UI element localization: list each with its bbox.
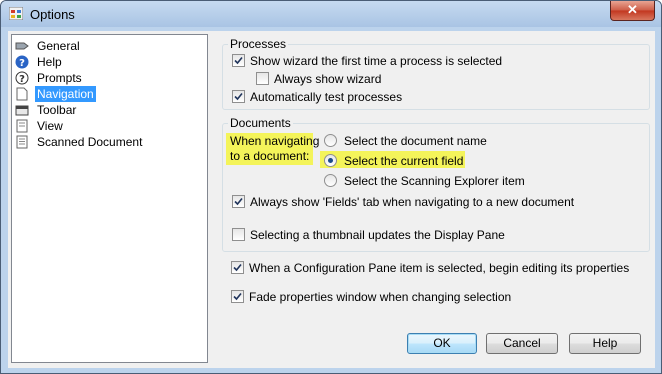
when-navigating-line1: When navigating <box>230 134 320 148</box>
svg-text:?: ? <box>19 74 25 85</box>
help-icon: ? <box>15 55 29 69</box>
show-wizard-label: Show wizard the first time a process is … <box>250 54 503 68</box>
checkbox-box <box>256 72 269 85</box>
checkbox-box <box>232 228 245 241</box>
nav-item-label: Help <box>37 55 62 69</box>
checkmark-icon <box>233 263 242 272</box>
config-pane-edit-label: When a Configuration Pane item is select… <box>249 261 630 275</box>
documents-group-title: Documents <box>228 116 293 130</box>
when-navigating-line2: to a document: <box>230 149 310 163</box>
radio-select-scanning-explorer-label: Select the Scanning Explorer item <box>344 174 525 188</box>
radio-circle <box>324 134 337 147</box>
always-show-wizard-label: Always show wizard <box>274 72 382 86</box>
radio-circle <box>324 154 337 167</box>
radio-select-current-field-label: Select the current field <box>344 154 464 168</box>
close-icon: ✕ <box>627 2 638 17</box>
general-icon <box>15 42 29 50</box>
app-icon <box>9 7 23 20</box>
checkmark-icon <box>234 92 243 101</box>
nav-item-label: Scanned Document <box>37 135 143 149</box>
dialog-client-area: General ? Help ? Prompts Navigation Tool… <box>8 31 655 368</box>
options-category-list[interactable]: General ? Help ? Prompts Navigation Tool… <box>11 34 208 363</box>
checkmark-icon <box>233 292 242 301</box>
ok-button[interactable]: OK <box>407 333 477 354</box>
radio-dot <box>328 158 333 163</box>
fade-properties-label: Fade properties window when changing sel… <box>249 290 512 304</box>
navigation-icon <box>16 87 28 101</box>
prompts-icon: ? <box>15 71 29 85</box>
always-show-fields-label: Always show 'Fields' tab when navigating… <box>250 195 575 209</box>
scanned-document-icon <box>16 135 28 149</box>
cancel-button[interactable]: Cancel <box>486 333 558 354</box>
checkmark-icon <box>234 197 243 206</box>
checkbox-box <box>232 90 245 103</box>
thumbnail-updates-label: Selecting a thumbnail updates the Displa… <box>250 228 505 242</box>
radio-select-document-name-label: Select the document name <box>344 134 487 148</box>
when-navigating-label: When navigating to a document: <box>230 134 319 164</box>
radio-circle <box>324 174 337 187</box>
nav-item-label: General <box>37 39 80 53</box>
nav-item-label: Navigation <box>35 86 96 102</box>
checkbox-box <box>232 195 245 208</box>
processes-group-title: Processes <box>228 37 289 51</box>
window-title: Options <box>30 7 75 22</box>
toolbar-icon <box>15 105 29 116</box>
checkbox-box <box>231 261 244 274</box>
svg-text:?: ? <box>19 58 25 69</box>
checkbox-box <box>232 54 245 67</box>
nav-item-label: Toolbar <box>37 103 77 117</box>
processes-group: Processes Show wizard the first time a p… <box>222 37 650 110</box>
auto-test-label: Automatically test processes <box>250 90 403 104</box>
nav-item-label: View <box>37 119 63 133</box>
view-icon <box>16 119 28 133</box>
close-button[interactable]: ✕ <box>610 1 655 21</box>
title-bar[interactable]: Options ✕ <box>1 1 661 27</box>
checkmark-icon <box>234 56 243 65</box>
documents-group: Documents When navigating to a document:… <box>222 116 650 252</box>
options-dialog: Options ✕ General ? Help ? Prompts Navig… <box>0 0 662 374</box>
nav-item-label: Prompts <box>37 71 82 85</box>
checkbox-box <box>231 290 244 303</box>
help-button[interactable]: Help <box>569 333 641 354</box>
